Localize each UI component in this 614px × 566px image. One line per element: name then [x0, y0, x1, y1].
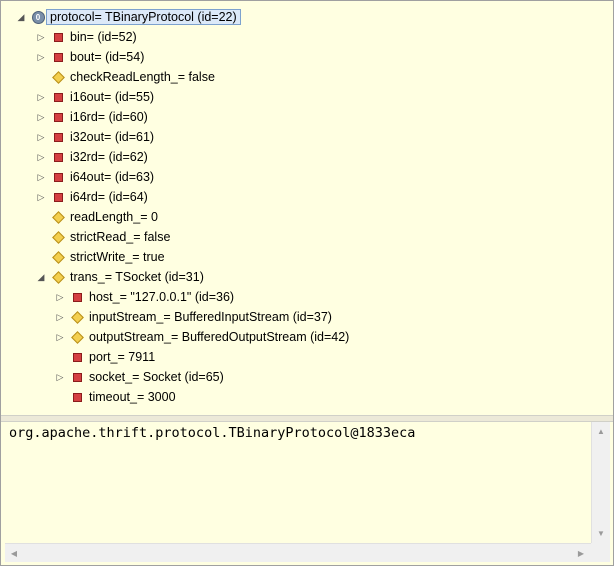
tree-item-row[interactable]: checkReadLength_= false	[35, 67, 215, 87]
expand-arrow-right-icon[interactable]: ▷	[35, 27, 47, 47]
object-icon: 0	[31, 10, 45, 24]
scroll-left-arrow-icon[interactable]: ◀	[6, 545, 22, 561]
tree-item-row[interactable]: ▷ i32out= (id=61)	[35, 127, 155, 147]
expand-arrow-right-icon[interactable]: ▷	[54, 307, 66, 327]
tree-item-label: i16out= (id=55)	[70, 90, 155, 104]
scroll-right-arrow-icon[interactable]: ▶	[573, 545, 589, 561]
horizontal-scrollbar[interactable]: ◀ ▶	[5, 543, 591, 562]
tree-item-label: i32out= (id=61)	[70, 130, 155, 144]
protected-field-icon	[51, 250, 65, 264]
tree-item-row[interactable]: ▷ bout= (id=54)	[35, 47, 145, 67]
tree-item-row[interactable]: ▷ i32rd= (id=62)	[35, 147, 148, 167]
tree-item-row[interactable]: ▷ host_= "127.0.0.1" (id=36)	[54, 287, 235, 307]
tree-item-row[interactable]: ▷ i16out= (id=55)	[35, 87, 155, 107]
protected-field-icon	[70, 330, 84, 344]
tree-item-label: readLength_= 0	[70, 210, 158, 224]
variables-tree[interactable]: ◢ 0 protocol= TBinaryProtocol (id=22) ▷ b…	[1, 1, 613, 415]
vertical-scrollbar[interactable]: ▲ ▼	[591, 422, 610, 543]
protected-field-icon	[51, 230, 65, 244]
tree-item-row[interactable]: ▷ i16rd= (id=60)	[35, 107, 148, 127]
tree-item-row[interactable]: ▷ inputStream_= BufferedInputStream (id=3…	[54, 307, 332, 327]
tree-item-label: timeout_= 3000	[89, 390, 176, 404]
tree-root-label: protocol= TBinaryProtocol (id=22)	[46, 9, 241, 25]
private-field-icon	[51, 110, 65, 124]
tree-item-row[interactable]: ▷ outputStream_= BufferedOutputStream (id…	[54, 327, 350, 347]
private-field-icon	[51, 90, 65, 104]
private-field-icon	[51, 130, 65, 144]
pane-splitter[interactable]	[1, 415, 613, 422]
tree-item-label: i64out= (id=63)	[70, 170, 155, 184]
variables-view: ◢ 0 protocol= TBinaryProtocol (id=22) ▷ b…	[0, 0, 614, 566]
protected-field-icon	[51, 270, 65, 284]
tree-item-label: bout= (id=54)	[70, 50, 145, 64]
tree-item-row[interactable]: strictRead_= false	[35, 227, 170, 247]
tree-item-label: i16rd= (id=60)	[70, 110, 148, 124]
tree-item-label: socket_= Socket (id=65)	[89, 370, 224, 384]
expand-arrow-down-icon[interactable]: ◢	[35, 267, 47, 287]
tree-item-row[interactable]: ◢ trans_= TSocket (id=31)	[35, 267, 204, 287]
expand-arrow-right-icon[interactable]: ▷	[35, 107, 47, 127]
private-field-icon	[70, 390, 84, 404]
private-field-icon	[51, 150, 65, 164]
tree-item-row[interactable]: timeout_= 3000	[54, 387, 176, 407]
expand-arrow-right-icon[interactable]: ▷	[35, 187, 47, 207]
expand-arrow-right-icon[interactable]: ▷	[35, 167, 47, 187]
expand-arrow-right-icon[interactable]: ▷	[35, 87, 47, 107]
scroll-up-arrow-icon[interactable]: ▲	[593, 423, 609, 439]
tree-item-label: checkReadLength_= false	[70, 70, 215, 84]
tree-item-label: trans_= TSocket (id=31)	[70, 270, 204, 284]
protected-field-icon	[51, 210, 65, 224]
private-field-icon	[51, 170, 65, 184]
expand-arrow-right-icon[interactable]: ▷	[35, 47, 47, 67]
protected-field-icon	[70, 310, 84, 324]
expand-arrow-right-icon[interactable]: ▷	[35, 147, 47, 167]
tree-item-label: i32rd= (id=62)	[70, 150, 148, 164]
expand-arrow-right-icon[interactable]: ▷	[54, 287, 66, 307]
tree-item-label: bin= (id=52)	[70, 30, 137, 44]
tree-item-row[interactable]: port_= 7911	[54, 347, 155, 367]
tree-item-row[interactable]: readLength_= 0	[35, 207, 158, 227]
tree-item-row[interactable]: ▷ socket_= Socket (id=65)	[54, 367, 224, 387]
private-field-icon	[51, 30, 65, 44]
tree-item-row[interactable]: ▷ i64rd= (id=64)	[35, 187, 148, 207]
private-field-icon	[70, 290, 84, 304]
tree-item-label: strictWrite_= true	[70, 250, 165, 264]
tree-item-label: i64rd= (id=64)	[70, 190, 148, 204]
tree-root-row[interactable]: ◢ 0 protocol= TBinaryProtocol (id=22)	[15, 7, 241, 27]
scrollbar-corner	[591, 543, 610, 562]
tree-item-label: host_= "127.0.0.1" (id=36)	[89, 290, 235, 304]
private-field-icon	[51, 50, 65, 64]
expand-arrow-right-icon[interactable]: ▷	[54, 367, 66, 387]
tree-item-label: port_= 7911	[89, 350, 156, 364]
tree-item-label: inputStream_= BufferedInputStream (id=37…	[89, 310, 332, 324]
detail-text: org.apache.thrift.protocol.TBinaryProtoc…	[9, 425, 416, 441]
tree-item-row[interactable]: strictWrite_= true	[35, 247, 165, 267]
private-field-icon	[51, 190, 65, 204]
tree-item-label: outputStream_= BufferedOutputStream (id=…	[89, 330, 350, 344]
scroll-down-arrow-icon[interactable]: ▼	[593, 525, 609, 541]
tree-item-label: strictRead_= false	[70, 230, 171, 244]
detail-pane[interactable]: org.apache.thrift.protocol.TBinaryProtoc…	[5, 422, 591, 542]
expand-arrow-down-icon[interactable]: ◢	[15, 7, 27, 27]
protected-field-icon	[51, 70, 65, 84]
private-field-icon	[70, 350, 84, 364]
tree-item-row[interactable]: ▷ i64out= (id=63)	[35, 167, 155, 187]
tree-item-row[interactable]: ▷ bin= (id=52)	[35, 27, 137, 47]
private-field-icon	[70, 370, 84, 384]
expand-arrow-right-icon[interactable]: ▷	[54, 327, 66, 347]
expand-arrow-right-icon[interactable]: ▷	[35, 127, 47, 147]
